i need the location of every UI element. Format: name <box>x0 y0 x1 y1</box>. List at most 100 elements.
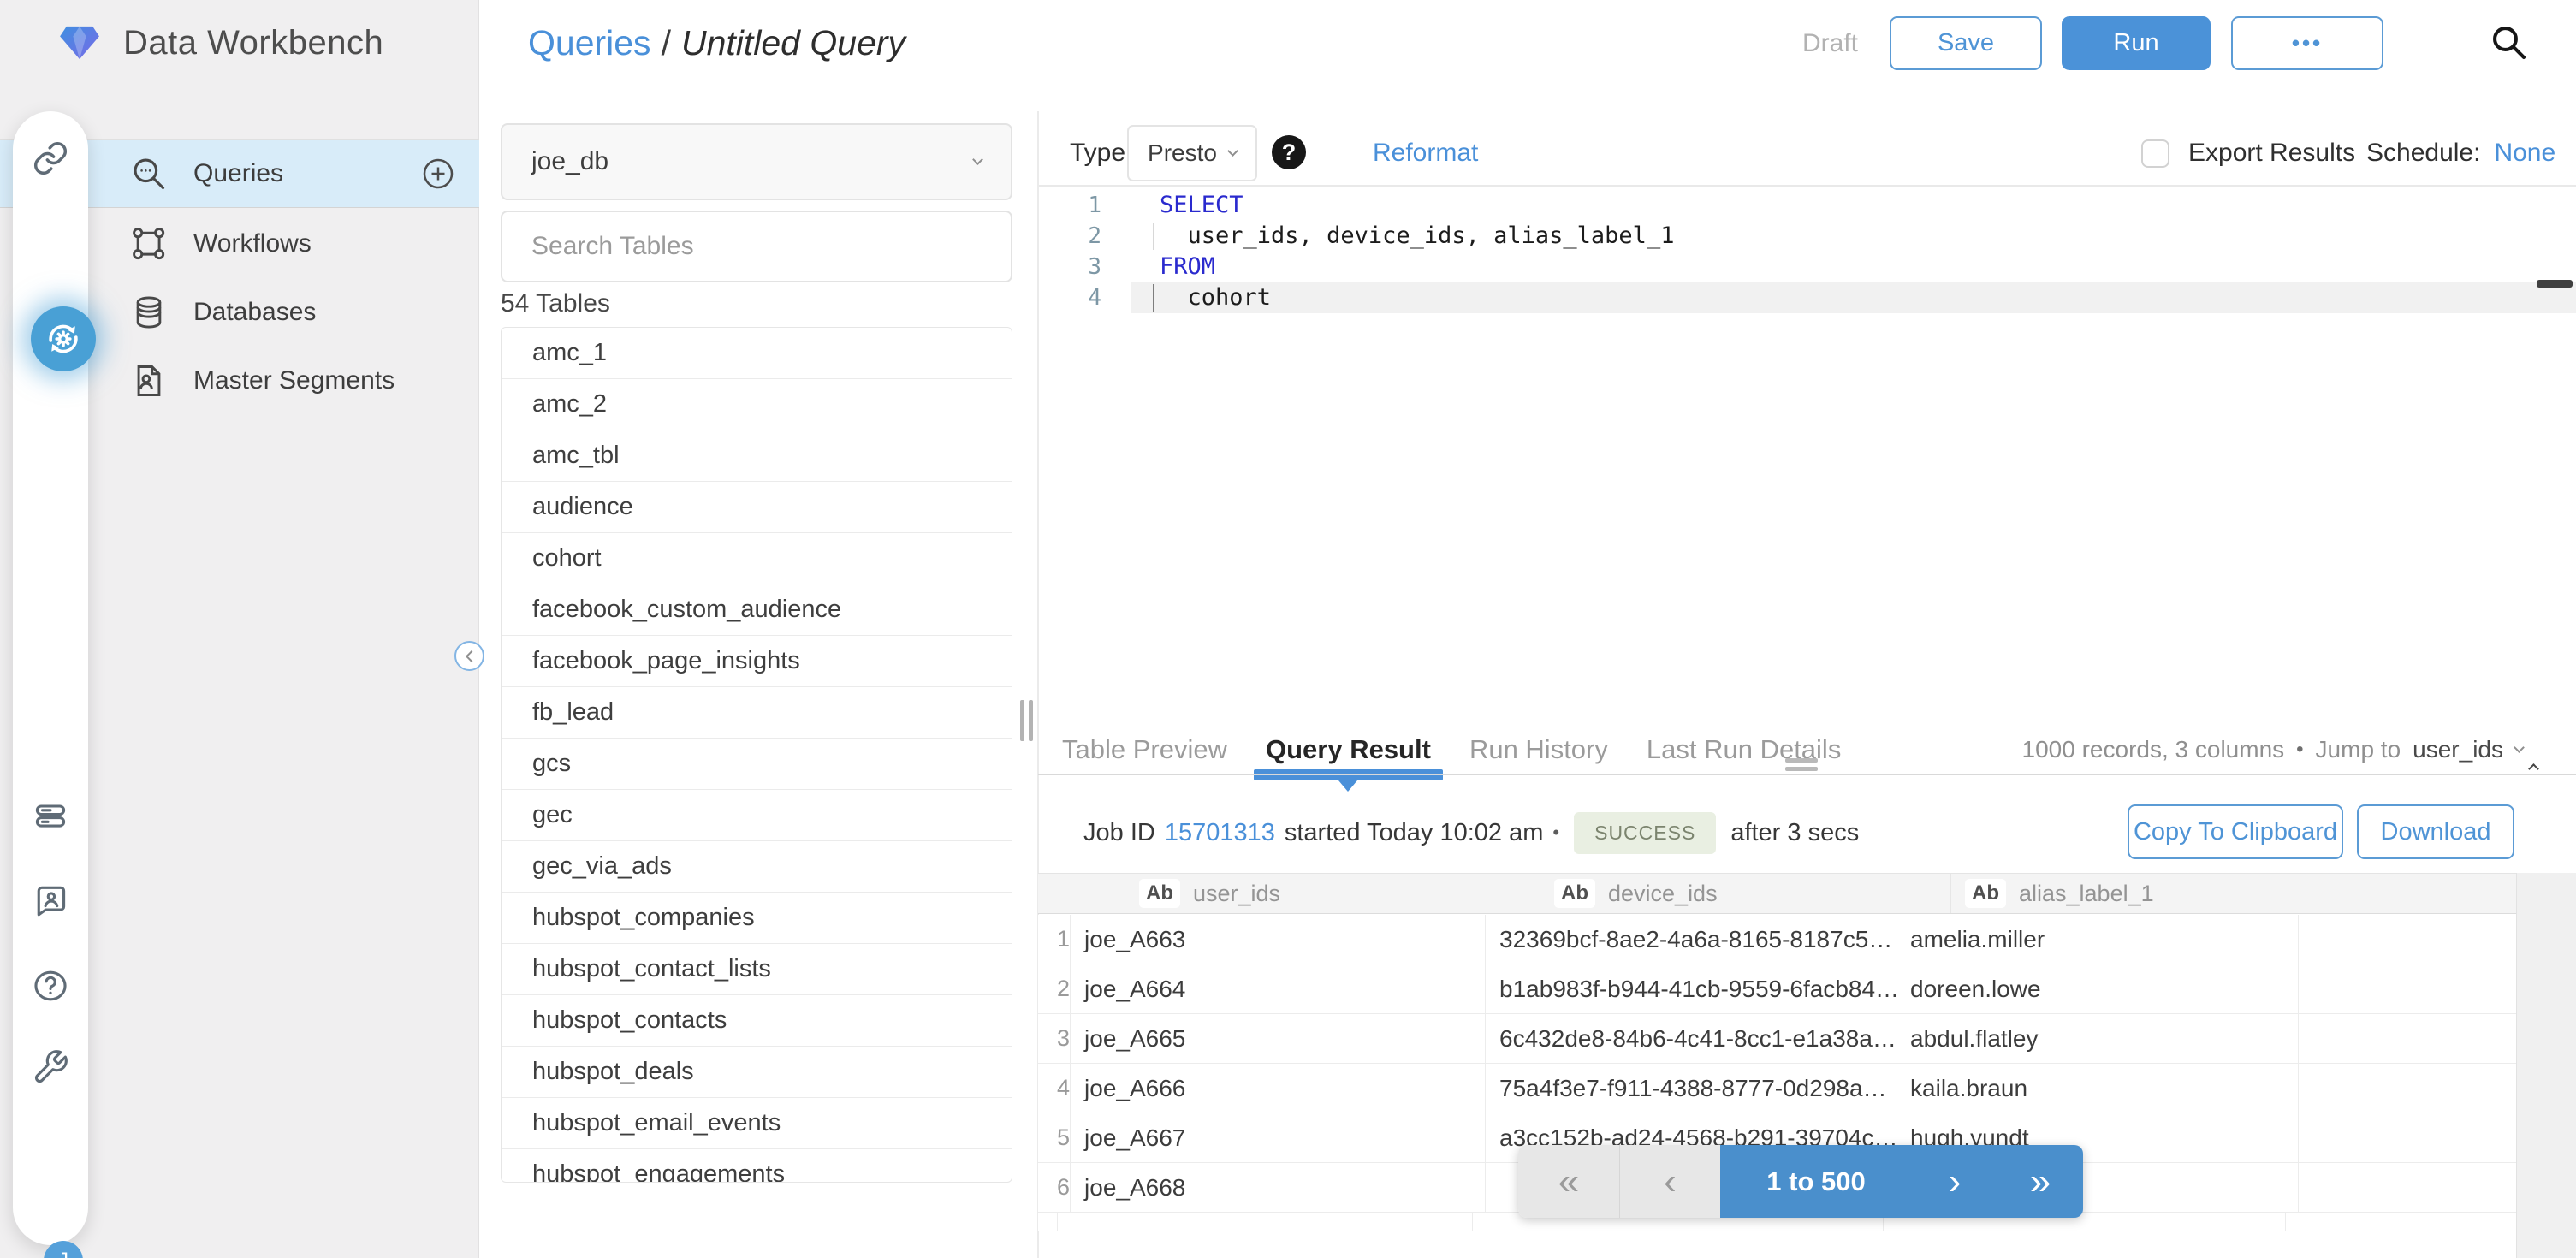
cell-alias-label: abdul.flatley <box>1896 1014 2300 1063</box>
code-line: 3 FROM <box>1038 252 2576 282</box>
last-page-button[interactable]: » <box>1997 1160 2083 1203</box>
cell-empty <box>2299 1113 2461 1162</box>
column-type-icon: Ab <box>1139 879 1180 908</box>
row-number-header <box>1038 874 1125 913</box>
collapse-panel-button[interactable] <box>454 641 484 671</box>
prev-page-button[interactable]: ‹ <box>1619 1145 1720 1218</box>
results-summary: 1000 records, 3 columns <box>2021 736 2285 763</box>
line-number: 3 <box>1088 254 1101 280</box>
table-list-item[interactable]: hubspot_deals <box>502 1047 1012 1098</box>
schedule-value-link[interactable]: None <box>2494 139 2555 168</box>
export-results-checkbox[interactable] <box>2141 139 2169 168</box>
table-list-item[interactable]: hubspot_contacts <box>502 995 1012 1047</box>
table-list-item[interactable]: fb_lead <box>502 687 1012 739</box>
sidebar-header: Data Workbench <box>0 0 479 86</box>
table-list-item[interactable]: hubspot_engagements <box>502 1149 1012 1182</box>
type-label: Type: <box>1070 139 1133 167</box>
chevron-left-icon <box>465 650 478 662</box>
table-row[interactable]: 2 joe_A664 b1ab983f-b944-41cb-9559-6facb… <box>1038 964 2516 1014</box>
copy-to-clipboard-button[interactable]: Copy To Clipboard <box>2128 804 2343 859</box>
sync-gear-button[interactable] <box>31 306 96 371</box>
table-list-item[interactable]: audience <box>502 482 1012 533</box>
help-icon[interactable] <box>32 967 69 1005</box>
table-list-item[interactable]: hubspot_companies <box>502 893 1012 944</box>
query-type-value: Presto <box>1148 139 1217 166</box>
cell-user-ids: joe_A663 <box>1071 915 1487 964</box>
toolbar-divider <box>1039 185 2576 187</box>
tab-query-result[interactable]: Query Result <box>1253 734 1443 792</box>
table-list-item[interactable]: amc_1 <box>502 328 1012 379</box>
app-logo-icon <box>60 26 99 60</box>
query-type-select[interactable]: Presto <box>1127 125 1257 181</box>
cell-empty <box>2299 1163 2461 1212</box>
table-list-item[interactable]: gcs <box>502 739 1012 790</box>
table-row[interactable]: 4 joe_A666 75a4f3e7-f911-4388-8777-0d298… <box>1038 1064 2516 1113</box>
cell-user-ids: joe_A667 <box>1071 1113 1487 1162</box>
reformat-link[interactable]: Reformat <box>1373 125 1478 181</box>
jump-to-label: Jump to <box>2315 736 2401 763</box>
column-type-icon: Ab <box>1965 879 2006 908</box>
table-list-item[interactable]: cohort <box>502 533 1012 584</box>
cell-alias-label: kaila.braun <box>1896 1064 2300 1113</box>
table-list-item[interactable]: amc_2 <box>502 379 1012 430</box>
table-search <box>501 211 1012 282</box>
cell-alias-label: amelia.miller <box>1896 915 2300 964</box>
collapse-results-button[interactable] <box>2528 760 2550 777</box>
sql-keyword: SELECT <box>1160 192 1243 218</box>
table-row[interactable]: 3 joe_A665 6c432de8-84b6-4c41-8cc1-e1a38… <box>1038 1014 2516 1064</box>
tab-run-history[interactable]: Run History <box>1466 734 1611 765</box>
column-header-user-ids[interactable]: Ab user_ids <box>1125 874 1540 913</box>
breadcrumb-queries-link[interactable]: Queries <box>528 23 651 63</box>
table-list-item[interactable]: amc_tbl <box>502 430 1012 482</box>
table-list-item[interactable]: hubspot_email_events <box>502 1098 1012 1149</box>
page-title[interactable]: Untitled Query <box>681 23 905 63</box>
table-list-item[interactable]: gec_via_ads <box>502 841 1012 893</box>
add-query-button[interactable] <box>421 157 455 191</box>
table-row[interactable]: 1 joe_A663 32369bcf-8ae2-4a6a-8165-8187c… <box>1038 915 2516 964</box>
next-page-button[interactable]: › <box>1912 1160 1997 1203</box>
table-list-item[interactable]: hubspot_contact_lists <box>502 944 1012 995</box>
more-options-button[interactable]: ••• <box>2231 16 2383 70</box>
run-button[interactable]: Run <box>2062 16 2211 70</box>
sql-editor[interactable]: 1 SELECT 2 user_ids, device_ids, alias_l… <box>1038 190 2576 313</box>
editor-scrollbar-thumb[interactable] <box>2537 280 2573 288</box>
contact-card-icon[interactable] <box>32 881 69 919</box>
row-number: 1 <box>1038 915 1071 964</box>
search-icon[interactable] <box>2487 21 2531 65</box>
first-page-button[interactable]: « <box>1518 1145 1619 1218</box>
tab-table-preview[interactable]: Table Preview <box>1059 734 1231 765</box>
wrench-icon[interactable] <box>32 1048 69 1086</box>
row-number: 3 <box>1038 1014 1071 1063</box>
column-header-device-ids[interactable]: Ab device_ids <box>1540 874 1951 913</box>
link-icon[interactable] <box>32 139 69 177</box>
save-button[interactable]: Save <box>1890 16 2042 70</box>
table-list-item[interactable]: gec <box>502 790 1012 841</box>
toggles-icon[interactable] <box>32 797 69 834</box>
job-id-link[interactable]: 15701313 <box>1165 819 1275 847</box>
table-list-item[interactable]: facebook_page_insights <box>502 636 1012 687</box>
download-button[interactable]: Download <box>2357 804 2514 859</box>
cell-device-ids: 6c432de8-84b6-4c41-8cc1-e1a38a… <box>1486 1014 1897 1063</box>
jump-to-column-select[interactable]: user_ids <box>2413 736 2503 763</box>
table-search-input[interactable] <box>501 211 1012 282</box>
pagination-disabled-group: « ‹ <box>1518 1145 1720 1218</box>
queries-search-icon <box>134 158 165 190</box>
app-title: Data Workbench <box>123 23 384 62</box>
chevron-down-icon <box>972 153 983 165</box>
column-header-alias-label-1[interactable]: Ab alias_label_1 <box>1951 874 2353 913</box>
code-line-active: 4 cohort <box>1038 282 2576 313</box>
cell-user-ids: joe_A668 <box>1071 1163 1487 1212</box>
cell-alias-label: doreen.lowe <box>1896 964 2300 1013</box>
help-button[interactable]: ? <box>1272 135 1306 169</box>
database-select[interactable]: joe_db <box>501 123 1012 200</box>
row-number: 6 <box>1038 1163 1071 1212</box>
cell-user-ids: joe_A664 <box>1071 964 1487 1013</box>
column-type-icon: Ab <box>1554 879 1595 908</box>
cell-device-ids: 32369bcf-8ae2-4a6a-8165-8187c5… <box>1486 915 1897 964</box>
table-list-item[interactable]: facebook_custom_audience <box>502 584 1012 636</box>
sidebar-item-label: Master Segments <box>193 366 395 395</box>
panel-resize-handle[interactable] <box>1020 700 1033 741</box>
results-resize-handle[interactable] <box>1785 758 1818 775</box>
schedule-label: Schedule: <box>2366 139 2481 167</box>
code-line: 2 user_ids, device_ids, alias_label_1 <box>1038 221 2576 252</box>
